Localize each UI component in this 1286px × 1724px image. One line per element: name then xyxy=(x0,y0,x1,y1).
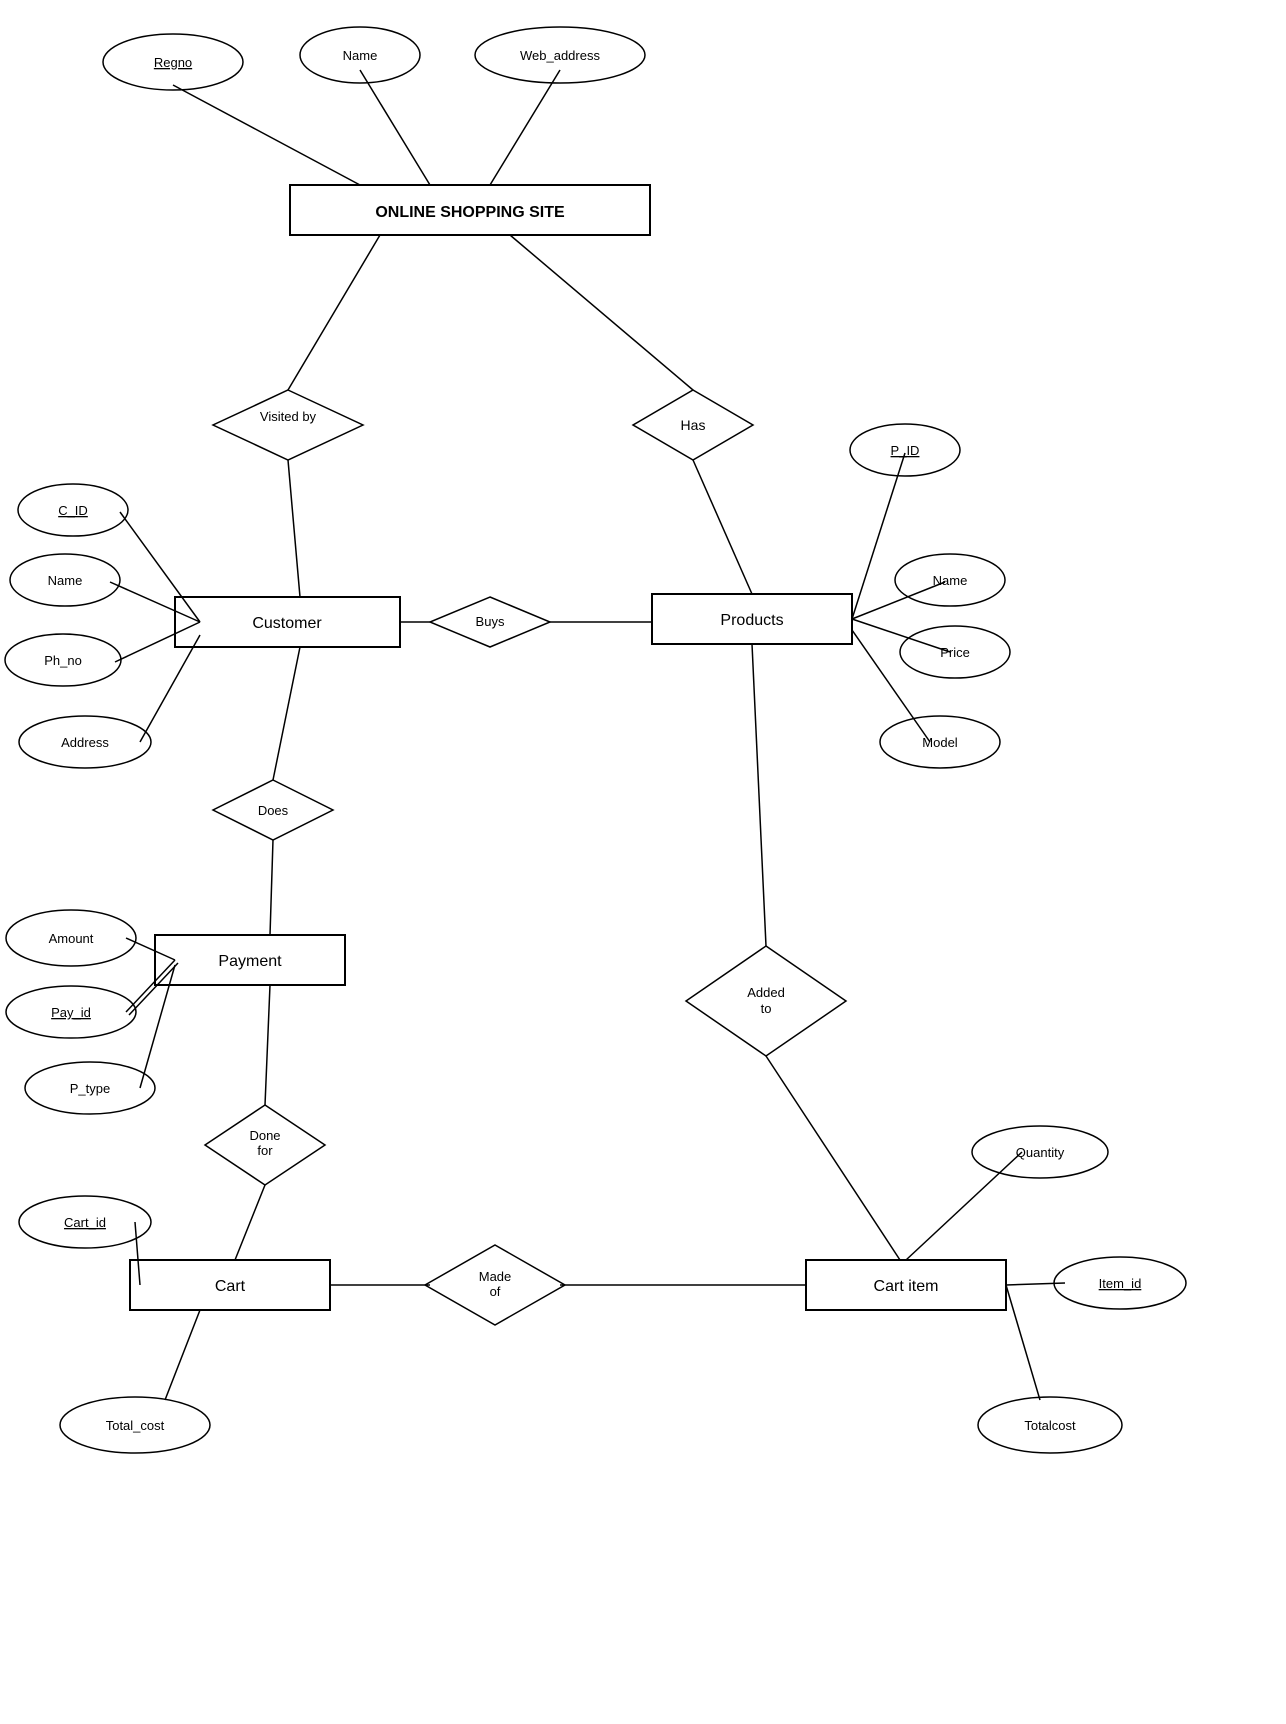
attr-oss-name-label: Name xyxy=(343,48,378,63)
rel-does-label: Does xyxy=(258,803,289,818)
rel-buys-label: Buys xyxy=(476,614,505,629)
entity-payment-label: Payment xyxy=(218,953,282,970)
attr-c-id-label: C_ID xyxy=(58,503,88,518)
attr-p-type-label: P_type xyxy=(70,1081,110,1096)
attr-item-id-label: Item_id xyxy=(1099,1276,1142,1291)
rel-added-to-label2: to xyxy=(761,1001,772,1016)
entity-online-shopping-label: ONLINE SHOPPING SITE xyxy=(375,204,565,221)
attr-regno-label: Regno xyxy=(154,55,192,70)
er-diagram: ONLINE SHOPPING SITE Customer Products P… xyxy=(0,0,1286,1724)
rel-visited-by xyxy=(213,390,363,460)
attr-quantity-label: Quantity xyxy=(1016,1145,1065,1160)
attr-web-address-label: Web_address xyxy=(520,48,600,63)
attr-totalcost-label: Totalcost xyxy=(1024,1418,1076,1433)
rel-done-for-label: Done xyxy=(249,1128,280,1143)
attr-pay-id-label: Pay_id xyxy=(51,1005,91,1020)
attr-address-label: Address xyxy=(61,735,109,750)
rel-made-of-label: Made xyxy=(479,1269,512,1284)
entity-customer-label: Customer xyxy=(252,615,322,632)
rel-added-to-label: Added xyxy=(747,985,785,1000)
attr-model-label: Model xyxy=(922,735,958,750)
rel-made-of-label2: of xyxy=(490,1284,501,1299)
attr-ph-no-label: Ph_no xyxy=(44,653,82,668)
entity-cart-label: Cart xyxy=(215,1278,246,1295)
attr-prod-name-label: Name xyxy=(933,573,968,588)
rel-done-for-label2: for xyxy=(257,1143,273,1158)
rel-has-label: Has xyxy=(681,417,706,433)
attr-price-label: Price xyxy=(940,645,970,660)
attr-total-cost-label: Total_cost xyxy=(106,1418,165,1433)
attr-amount-label: Amount xyxy=(49,931,94,946)
entity-cart-item-label: Cart item xyxy=(874,1278,939,1295)
attr-cart-id-label: Cart_id xyxy=(64,1215,106,1230)
attr-p-id-label: P_ID xyxy=(891,443,920,458)
attr-cust-name-label: Name xyxy=(48,573,83,588)
entity-products-label: Products xyxy=(720,612,783,629)
rel-visited-by-label: Visited by xyxy=(260,409,317,424)
